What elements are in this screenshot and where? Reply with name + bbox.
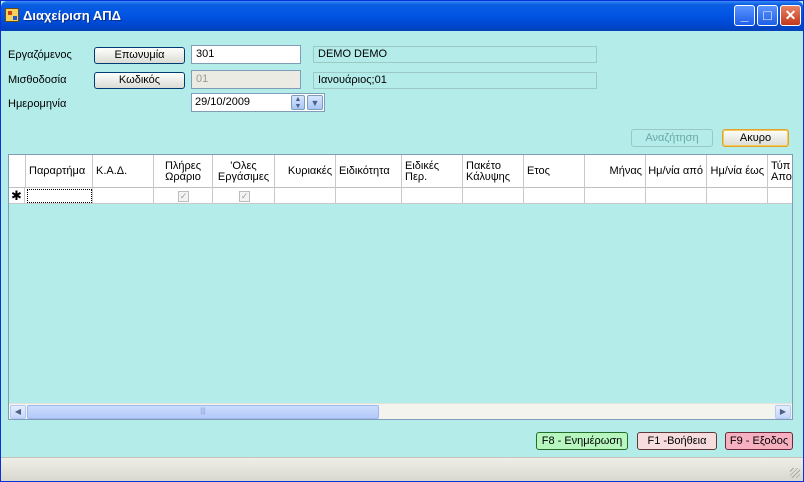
- main-window: Διαχείριση ΑΠΔ _ □ ✕ Εργαζόμενος Επωνυμί…: [0, 0, 804, 482]
- help-button[interactable]: F1 -Βοήθεια: [637, 432, 717, 450]
- grid-cell[interactable]: [768, 188, 792, 204]
- payroll-code-input[interactable]: 01: [191, 70, 301, 89]
- employee-code-input[interactable]: 301: [191, 45, 301, 64]
- grid-cell[interactable]: [524, 188, 585, 204]
- app-icon: [5, 8, 19, 22]
- grid-header: Παραρτήμα Κ.Α.Δ. Πλήρες Ωράριο 'Ολες Εργάσ…: [9, 155, 792, 188]
- minimize-button[interactable]: _: [734, 5, 755, 26]
- name-lookup-button[interactable]: Επωνυμία: [94, 47, 185, 64]
- employee-label: Εργαζόμενος: [8, 49, 72, 61]
- grid-cell[interactable]: [463, 188, 524, 204]
- column-header[interactable]: Πακέτο Κάλυψης: [463, 155, 524, 188]
- grid-cell[interactable]: [275, 188, 336, 204]
- grid-cell[interactable]: [585, 188, 646, 204]
- new-row[interactable]: ✱ ✓ ✓: [9, 188, 792, 204]
- spin-updown-icon[interactable]: ▲ ▼: [291, 95, 305, 110]
- date-label: Ημερομηνία: [8, 98, 67, 110]
- grid-cell[interactable]: ✓: [213, 188, 275, 204]
- scroll-right-icon[interactable]: ▶: [775, 405, 791, 419]
- full-time-checkbox[interactable]: ✓: [178, 191, 189, 202]
- data-grid[interactable]: Παραρτήμα Κ.Α.Δ. Πλήρες Ωράριο 'Ολες Εργάσ…: [8, 154, 793, 420]
- maximize-button[interactable]: □: [757, 5, 778, 26]
- column-header[interactable]: Ειδικότητα: [336, 155, 402, 188]
- resize-grip-icon[interactable]: [790, 468, 800, 478]
- scrollbar-thumb[interactable]: |||: [27, 405, 379, 419]
- grid-cell[interactable]: [707, 188, 768, 204]
- grid-cell[interactable]: [93, 188, 154, 204]
- horizontal-scrollbar[interactable]: ◀ ||| ▶: [9, 403, 792, 419]
- grid-cell[interactable]: [26, 188, 93, 204]
- column-header[interactable]: Μήνας: [585, 155, 646, 188]
- column-header[interactable]: Τύπ Απο: [768, 155, 792, 188]
- grid-cell[interactable]: [336, 188, 402, 204]
- employee-name-display: DEMO DEMO: [313, 46, 597, 63]
- column-header[interactable]: Ειδικές Περ.: [402, 155, 463, 188]
- new-row-marker: ✱: [9, 188, 25, 204]
- column-header[interactable]: Κ.Α.Δ.: [93, 155, 154, 188]
- close-button[interactable]: ✕: [780, 5, 801, 26]
- cancel-button[interactable]: Ακυρο: [722, 129, 789, 147]
- update-button[interactable]: F8 - Ενημέρωση: [536, 432, 628, 450]
- grid-cell[interactable]: ✓: [154, 188, 213, 204]
- code-lookup-button[interactable]: Κωδικός: [94, 72, 185, 89]
- status-bar: [1, 457, 803, 481]
- title-bar[interactable]: Διαχείριση ΑΠΔ _ □ ✕: [1, 1, 803, 31]
- chevron-down-icon[interactable]: ▼: [307, 95, 323, 110]
- row-header-corner: [9, 155, 26, 188]
- column-header[interactable]: 'Ολες Εργάσιμες: [213, 155, 275, 188]
- column-header[interactable]: Κυριακές: [275, 155, 336, 188]
- column-header[interactable]: Ημ/νία έως: [707, 155, 768, 188]
- date-value: 29/10/2009: [195, 96, 251, 108]
- search-button[interactable]: Αναζήτηση: [631, 129, 713, 147]
- scroll-left-icon[interactable]: ◀: [10, 405, 26, 419]
- column-header[interactable]: Ημ/νία από: [646, 155, 707, 188]
- date-picker[interactable]: 29/10/2009 ▲ ▼ ▼: [191, 93, 325, 112]
- column-header[interactable]: Παραρτήμα: [26, 155, 93, 188]
- payroll-period-display: Ιανουάριος;01: [313, 72, 597, 89]
- payroll-label: Μισθοδοσία: [8, 74, 67, 86]
- window-title: Διαχείριση ΑΠΔ: [23, 8, 121, 23]
- grid-cell[interactable]: [646, 188, 707, 204]
- column-header[interactable]: Ετος: [524, 155, 585, 188]
- grid-cell[interactable]: [402, 188, 463, 204]
- all-workdays-checkbox[interactable]: ✓: [239, 191, 250, 202]
- exit-button[interactable]: F9 - Εξοδος: [725, 432, 793, 450]
- column-header[interactable]: Πλήρες Ωράριο: [154, 155, 213, 188]
